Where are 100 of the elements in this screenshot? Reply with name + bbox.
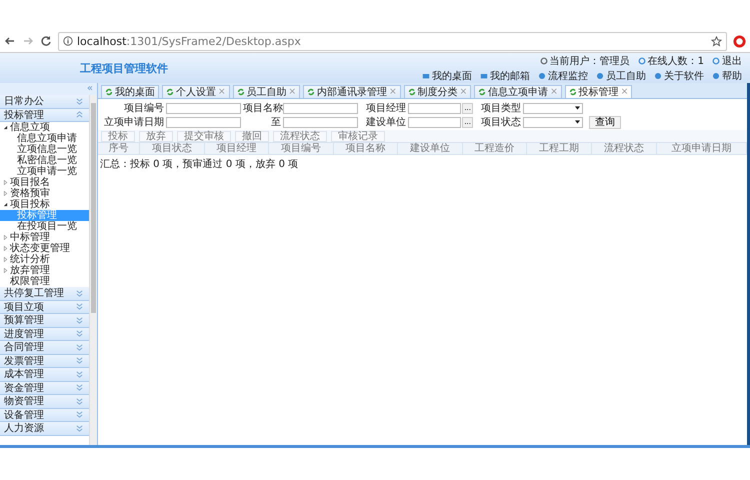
dropdown-arrow-icon (575, 106, 580, 110)
input-field[interactable] (166, 102, 241, 114)
scrollbar[interactable] (89, 95, 97, 445)
tab[interactable]: 个人设置 × (162, 85, 230, 98)
accordion-header[interactable]: 发票管理 (0, 354, 89, 368)
header-link[interactable]: 帮助 (722, 68, 742, 82)
column-header[interactable]: 工程工期 (527, 143, 592, 154)
accordion-header[interactable]: 人力资源 (0, 422, 89, 436)
accordion-header[interactable]: 进度管理 (0, 328, 89, 341)
user-info-text: 当前用户：管理员 (550, 54, 630, 68)
input-field[interactable] (408, 116, 462, 128)
field-label: 立项申请日期 (103, 116, 164, 129)
tree-item[interactable]: 在投项目一览 (0, 221, 89, 232)
tab[interactable]: 员工自助 × (232, 85, 300, 98)
column-header[interactable]: 建设单位 (398, 143, 463, 154)
browse-button[interactable]: ... (462, 102, 473, 114)
input-field[interactable] (283, 116, 358, 128)
toolbar-button[interactable]: 放弃 (139, 130, 173, 142)
chevron-icon (76, 290, 83, 297)
tree-item[interactable]: 立项申请一览 (0, 166, 89, 177)
input-field[interactable] (166, 116, 241, 128)
tree-item[interactable]: 私密信息一览 (0, 155, 89, 166)
column-header[interactable]: 项目名称 (334, 143, 398, 154)
column-header[interactable]: 立项申请日期 (656, 143, 747, 154)
accordion-header[interactable]: 合同管理 (0, 341, 89, 354)
accordion-header[interactable]: 项目立项 (0, 300, 89, 314)
toolbar-button[interactable]: 投标 (101, 130, 135, 142)
accordion-header[interactable]: 预算管理 (0, 314, 89, 328)
input-field[interactable] (283, 102, 358, 114)
accordion-header[interactable]: 资金管理 (0, 382, 89, 395)
info-icon[interactable] (63, 36, 73, 46)
accordion-header[interactable]: 日常办公 (0, 95, 89, 108)
collapsed-triangle-icon (3, 180, 8, 185)
tree-item[interactable]: 中标管理 (0, 232, 89, 243)
tree-item[interactable]: 信息立项 (0, 122, 89, 133)
header-link[interactable]: 流程监控 (548, 68, 588, 82)
column-header[interactable]: 流程状态 (592, 143, 657, 154)
summary-text: 汇总：投标 0 项，预审通过 0 项，放弃 0 项 (99, 158, 300, 172)
reload-icon[interactable] (40, 35, 52, 47)
toolbar-button[interactable]: 审核记录 (331, 130, 385, 142)
collapsed-triangle-icon (3, 268, 8, 273)
toolbar-button[interactable]: 流程状态 (273, 130, 327, 142)
column-header[interactable]: 工程造价 (462, 143, 528, 154)
header-link[interactable]: 我的桌面 (432, 68, 472, 82)
tree-item[interactable]: 立项信息一览 (0, 144, 89, 155)
column-header[interactable]: 序号 (98, 143, 140, 154)
input-field[interactable] (408, 102, 462, 114)
collapsed-triangle-icon (3, 246, 8, 251)
toolbar-button[interactable]: 提交审核 (177, 130, 231, 142)
tab[interactable]: 投标管理 × (564, 85, 632, 98)
tree-item[interactable]: 资格预审 (0, 188, 89, 199)
recycle-icon (478, 88, 486, 96)
header-link[interactable]: 关于软件 (664, 68, 704, 82)
collapsed-triangle-icon (3, 257, 8, 262)
column-header[interactable]: 项目编号 (269, 143, 334, 154)
query-button[interactable]: 查询 (589, 116, 621, 128)
chevron-icon (76, 398, 83, 405)
accordion-header[interactable]: 设备管理 (0, 408, 89, 422)
tab[interactable]: 我的桌面 (101, 85, 159, 98)
chevron-icon (76, 411, 83, 418)
chevron-icon (76, 357, 83, 364)
header-link[interactable]: 员工自助 (606, 68, 646, 82)
chevron-icon (76, 370, 83, 378)
tree-item[interactable]: 项目投标 (0, 199, 89, 210)
tab[interactable]: 内部通讯录管理 × (303, 85, 401, 98)
browser-logo-icon[interactable] (733, 34, 746, 48)
tab[interactable]: 制度分类 × (404, 85, 472, 98)
recycle-icon (236, 88, 245, 96)
tree-item[interactable]: 放弃管理 (0, 265, 89, 276)
dropdown[interactable] (523, 102, 583, 114)
toolbar-button[interactable]: 撤回 (235, 130, 269, 142)
accordion-header[interactable]: 投标管理 (0, 108, 89, 122)
recycle-icon (105, 88, 113, 96)
tree-item[interactable]: 统计分析 (0, 254, 89, 265)
browse-button[interactable]: ... (462, 116, 473, 128)
column-header[interactable]: 项目状态 (140, 143, 205, 154)
tree-item[interactable]: 项目报名 (0, 177, 89, 188)
tree-item[interactable]: 状态变更管理 (0, 243, 89, 254)
field-label: 项目类型 (480, 102, 521, 115)
expanded-triangle-icon (3, 125, 8, 130)
collapsed-triangle-icon (3, 235, 8, 240)
tree-item[interactable]: 权限管理 (0, 276, 89, 287)
chevron-icon (76, 384, 83, 392)
header-link[interactable]: 我的邮箱 (490, 68, 530, 82)
tree-item[interactable]: 信息立项申请 (0, 133, 89, 144)
accordion-header[interactable]: 共停复工管理 (0, 287, 89, 300)
logout-link[interactable]: 退出 (722, 54, 742, 68)
back-icon[interactable] (4, 35, 16, 47)
chevron-icon (76, 303, 83, 310)
field-label: 项目名称 (243, 102, 281, 115)
recycle-icon (166, 88, 174, 96)
forward-icon[interactable] (22, 35, 34, 47)
tab[interactable]: 信息立项申请 × (474, 85, 562, 98)
chevron-icon (76, 344, 83, 351)
accordion-header[interactable]: 物资管理 (0, 395, 89, 408)
accordion-header[interactable]: 成本管理 (0, 368, 89, 382)
field-label: 至 (270, 116, 281, 129)
star-icon[interactable] (711, 36, 722, 46)
column-header[interactable]: 项目经理 (204, 143, 270, 154)
dropdown[interactable] (523, 116, 583, 128)
